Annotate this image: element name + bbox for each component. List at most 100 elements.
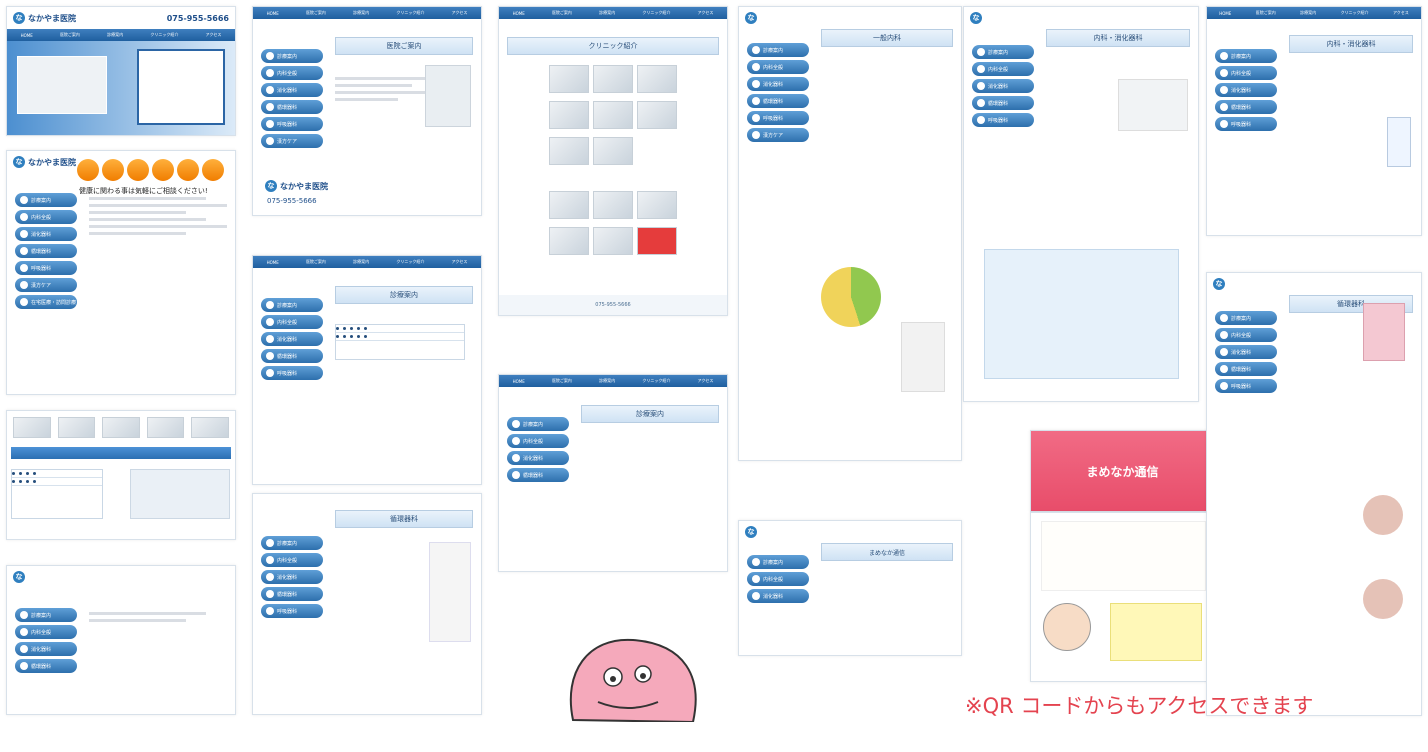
main-content (89, 193, 227, 239)
photo (102, 417, 140, 438)
map (130, 469, 230, 519)
doctor-avatar (1043, 603, 1091, 651)
sidebar-item[interactable]: 診療案内 (15, 193, 77, 207)
logo: な (1213, 278, 1225, 290)
sidebar-item[interactable]: 在宅医療・訪問診療 (15, 295, 77, 309)
internal-medicine-page: な 診療案内内科全般消化器科循環器科 (6, 565, 236, 715)
nav-access[interactable]: アクセス (203, 32, 225, 38)
sub-header: な (739, 521, 961, 543)
main-nav: HOME 医院ご案内 診療案内 クリニック紹介 アクセス (499, 375, 727, 387)
sub-header: な (1207, 273, 1421, 295)
clinic-logo-icon: な (13, 156, 25, 168)
page-title: クリニック紹介 (507, 37, 719, 55)
schedule-table (335, 324, 465, 360)
hours-panel (137, 49, 225, 125)
newsletter-page (1030, 512, 1215, 682)
sidebar: 診療案内 内科全般 消化器科 循環器科 呼吸器科 漢方ケア (261, 49, 323, 151)
guide-page: HOME 医院ご案内 診療案内 クリニック紹介 アクセス 医院ご案内 診療案内 内科全般消… (252, 6, 482, 216)
contact-page: な まめなか通信 診療案内 内科全般 消化器科 (738, 520, 962, 656)
feature-circle (202, 159, 224, 181)
medical-guide-page: HOME 医院ご案内 診療案内 クリニック紹介 アクセス 診療案内 診療案内 内科全般 消化… (498, 374, 728, 572)
sidebar-item[interactable]: 消化器科 (15, 227, 77, 241)
logo: な (13, 571, 25, 583)
internal-gastro-page: HOME 医院ご案内 診療案内 クリニック紹介 アクセス 内科・消化器科 診療案内 内科全… (1206, 6, 1422, 236)
photo-grid (547, 63, 717, 171)
logo: な (745, 526, 757, 538)
sidebar-item[interactable]: 内科全般 (15, 210, 77, 224)
logo: な (970, 12, 982, 24)
doctor-character (1387, 117, 1411, 167)
sidebar: 診療案内 内科全般 消化器科 循環器科 呼吸器科 (261, 536, 323, 621)
general-medicine-page: な 一般内科 診療案内 内科全般 消化器科 循環器科 呼吸器科 漢方ケア (738, 6, 962, 461)
nav-guide[interactable]: 医院ご案内 (57, 32, 83, 38)
photo (13, 417, 51, 438)
nav-medical[interactable]: 診療案内 (104, 32, 126, 38)
footer-logo: ななかやま医院 (265, 180, 328, 192)
sidebar-item[interactable]: 消化器科 (15, 642, 77, 656)
sidebar-item[interactable]: 内科全般 (15, 625, 77, 639)
equipment-image (1118, 79, 1188, 131)
patient-illustration (1363, 303, 1405, 361)
sidebar-item[interactable]: 漢方ケア (15, 278, 77, 292)
info-panel (984, 249, 1179, 379)
stats-graphic (821, 267, 881, 327)
feature-circle (77, 159, 99, 181)
text-line (89, 612, 207, 615)
logo: ななかやま医院 (13, 156, 76, 168)
clinic-name: なかやま医院 (28, 13, 76, 23)
main-nav: HOME 医院ご案内 診療案内 クリニック紹介 アクセス (1207, 7, 1421, 19)
sub-header: な (739, 7, 961, 29)
tube-image (901, 322, 945, 392)
hero-banner (7, 41, 235, 135)
newsletter-content (1041, 521, 1206, 591)
mascot-svg (569, 638, 697, 724)
feature-circles (77, 159, 227, 185)
clinic-logo-icon: な (13, 571, 25, 583)
clinic-logo-icon: な (970, 12, 982, 24)
clinic-logo-icon: な (745, 12, 757, 24)
drip-image (429, 542, 471, 642)
text-line (89, 619, 186, 622)
access-page (6, 410, 236, 540)
main-nav: HOME 医院ご案内 診療案内 クリニック紹介 アクセス (7, 29, 235, 41)
text-line (89, 232, 186, 235)
newsletter-banner: まめなか通信 (1030, 430, 1215, 512)
footer: 075-955-5666 (499, 295, 727, 315)
sidebar: 診療案内内科全般消化器科循環器科呼吸器科漢方ケア在宅医療・訪問診療 (15, 193, 77, 312)
clinic-tour-page: HOME 医院ご案内 診療案内 クリニック紹介 アクセス クリニック紹介 075-955… (498, 6, 728, 316)
diagram-1 (1363, 495, 1403, 535)
sidebar: 診療案内 内科全般 消化器科 循環器科 (507, 417, 569, 485)
sidebar-item[interactable]: 呼吸器科 (15, 261, 77, 275)
gastroenterology-page: な 内科・消化器科 診療案内 内科全般 消化器科 循環器科 呼吸器科 (963, 6, 1199, 402)
sidebar: 診療案内 内科全般 消化器科 循環器科 呼吸器科 (972, 45, 1034, 130)
photo (146, 417, 185, 438)
clinic-name: なかやま医院 (28, 157, 76, 167)
footer-phone: 075-955-5666 (267, 197, 317, 205)
home-info-page: ななかやま医院 健康に関わる事は気軽にご相談ください! 診療案内 内科全般 消化器科… (6, 150, 236, 395)
clinic-logo-icon: な (1213, 278, 1225, 290)
page-title: 診療案内 (581, 405, 719, 423)
sidebar-item[interactable]: 循環器科 (15, 659, 77, 673)
sidebar: 診療案内 内科全般 消化器科 循環器科 呼吸器科 漢方ケア (747, 43, 809, 145)
medical-info-page: HOME 医院ご案内 診療案内 クリニック紹介 アクセス 診療案内 診療案内 内科全般 消化… (252, 255, 482, 485)
sub-header: な (7, 566, 235, 588)
page-title: 医院ご案内 (335, 37, 473, 55)
text-line (89, 218, 207, 221)
gallery-strip (11, 415, 231, 440)
nav-home[interactable]: HOME (18, 33, 36, 38)
clinic-logo-icon: な (745, 526, 757, 538)
photo (191, 417, 229, 438)
sidebar-item[interactable]: 循環器科 (15, 244, 77, 258)
sidebar: 診療案内 内科全般 消化器科 循環器科 呼吸器科 (1215, 49, 1277, 134)
logo: な (745, 12, 757, 24)
nav-clinic[interactable]: クリニック紹介 (147, 32, 181, 38)
main-nav: HOME 医院ご案内 診療案内 クリニック紹介 アクセス (253, 256, 481, 268)
main-nav: HOME 医院ご案内 診療案内 クリニック紹介 アクセス (499, 7, 727, 19)
page-footer: ななかやま医院 075-955-5666 (253, 175, 481, 215)
text-line (89, 204, 227, 207)
sidebar: 診療案内内科全般消化器科循環器科 (15, 608, 77, 676)
clinic-logo-icon: な (265, 180, 277, 192)
page-title: まめなか通信 (821, 543, 953, 561)
photo (57, 417, 96, 438)
sidebar-item[interactable]: 診療案内 (15, 608, 77, 622)
